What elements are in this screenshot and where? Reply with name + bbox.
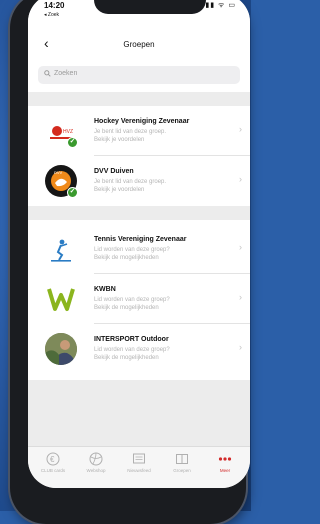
tab-label: Nieuwsfeed	[127, 468, 151, 473]
svg-text:€: €	[50, 455, 55, 464]
group-name: Hockey Vereniging Zevenaar	[94, 118, 190, 125]
group-name: KWBN	[94, 286, 116, 293]
member-check-icon: ✓	[67, 187, 78, 198]
tab-meer[interactable]: Meer	[205, 452, 245, 473]
back-to-app-link[interactable]: ◂ Zoek	[44, 12, 59, 18]
search-placeholder: Zoeken	[54, 70, 78, 77]
group-name: DVV Duiven	[94, 168, 134, 175]
group-status: Lid worden van deze groep? Bekijk de moge…	[94, 347, 170, 361]
group-item-tennis[interactable]: Tennis Vereniging Zevenaar Lid worden va…	[28, 224, 250, 274]
book-icon	[176, 454, 188, 464]
chevron-right-icon: ›	[239, 242, 242, 252]
tab-label: Meer	[219, 468, 231, 473]
phone-frame: 14:20 ◂ Zoek ▮▮ ᯤ ▭ ‹ Groepen Zoeken HVZ…	[10, 0, 250, 524]
group-item-intersport[interactable]: INTERSPORT Outdoor Lid worden van deze g…	[28, 324, 250, 374]
chevron-right-icon: ›	[239, 174, 242, 184]
group-status: Lid worden van deze groep? Bekijk de moge…	[94, 247, 170, 261]
tab-label: Webshop	[86, 468, 106, 473]
svg-text:HVZ: HVZ	[63, 129, 73, 135]
chevron-right-icon: ›	[239, 292, 242, 302]
euro-icon: €	[46, 452, 60, 466]
more-dots-icon	[218, 457, 232, 461]
group-status: Lid worden van deze groep? Bekijk de moge…	[94, 297, 170, 311]
member-groups-section: HVZ ✓ Hockey Vereniging Zevenaar Je bent…	[28, 106, 250, 206]
ball-icon	[89, 452, 103, 466]
news-icon	[133, 453, 145, 464]
group-status: Je bent lid van deze groep. Bekijk je voo…	[94, 129, 167, 143]
tab-nieuwsfeed[interactable]: Nieuwsfeed	[119, 452, 159, 473]
search-input[interactable]: Zoeken	[38, 66, 240, 84]
tab-label: Groepen	[173, 468, 191, 473]
tab-groepen[interactable]: Groepen	[162, 452, 202, 473]
tennis-logo	[45, 233, 77, 265]
phone-screen: 14:20 ◂ Zoek ▮▮ ᯤ ▭ ‹ Groepen Zoeken HVZ…	[28, 0, 250, 488]
svg-text:DVV: DVV	[54, 170, 63, 175]
group-name: INTERSPORT Outdoor	[94, 336, 169, 343]
intersport-photo	[45, 333, 77, 365]
tab-label: CLUB cards	[40, 468, 66, 473]
other-groups-section: Tennis Vereniging Zevenaar Lid worden va…	[28, 220, 250, 380]
tab-webshop[interactable]: Webshop	[76, 452, 116, 473]
navigation-bar: ‹ Groepen	[28, 30, 250, 60]
page-title: Groepen	[123, 40, 155, 49]
chevron-right-icon: ›	[239, 342, 242, 352]
group-item-dvv-duiven[interactable]: DVV ✓ DVV Duiven Je bent lid van deze gr…	[28, 156, 250, 206]
tab-bar: € CLUB cards Webshop Nieuwsfeed Groepen …	[28, 446, 250, 488]
status-icons: ▮▮ ᯤ ▭	[205, 2, 236, 9]
notch	[94, 0, 206, 14]
chevron-right-icon: ›	[239, 124, 242, 134]
status-time: 14:20	[44, 1, 65, 10]
search-section: Zoeken	[28, 60, 250, 92]
group-item-hockey[interactable]: HVZ ✓ Hockey Vereniging Zevenaar Je bent…	[28, 106, 250, 156]
member-check-icon: ✓	[67, 137, 78, 148]
group-name: Tennis Vereniging Zevenaar	[94, 236, 187, 243]
group-status: Je bent lid van deze groep. Bekijk je voo…	[94, 179, 167, 193]
tab-club-cards[interactable]: € CLUB cards	[33, 452, 73, 473]
kwbn-logo	[45, 283, 77, 315]
search-icon	[44, 70, 51, 77]
group-item-kwbn[interactable]: KWBN Lid worden van deze groep? Bekijk de…	[28, 274, 250, 324]
